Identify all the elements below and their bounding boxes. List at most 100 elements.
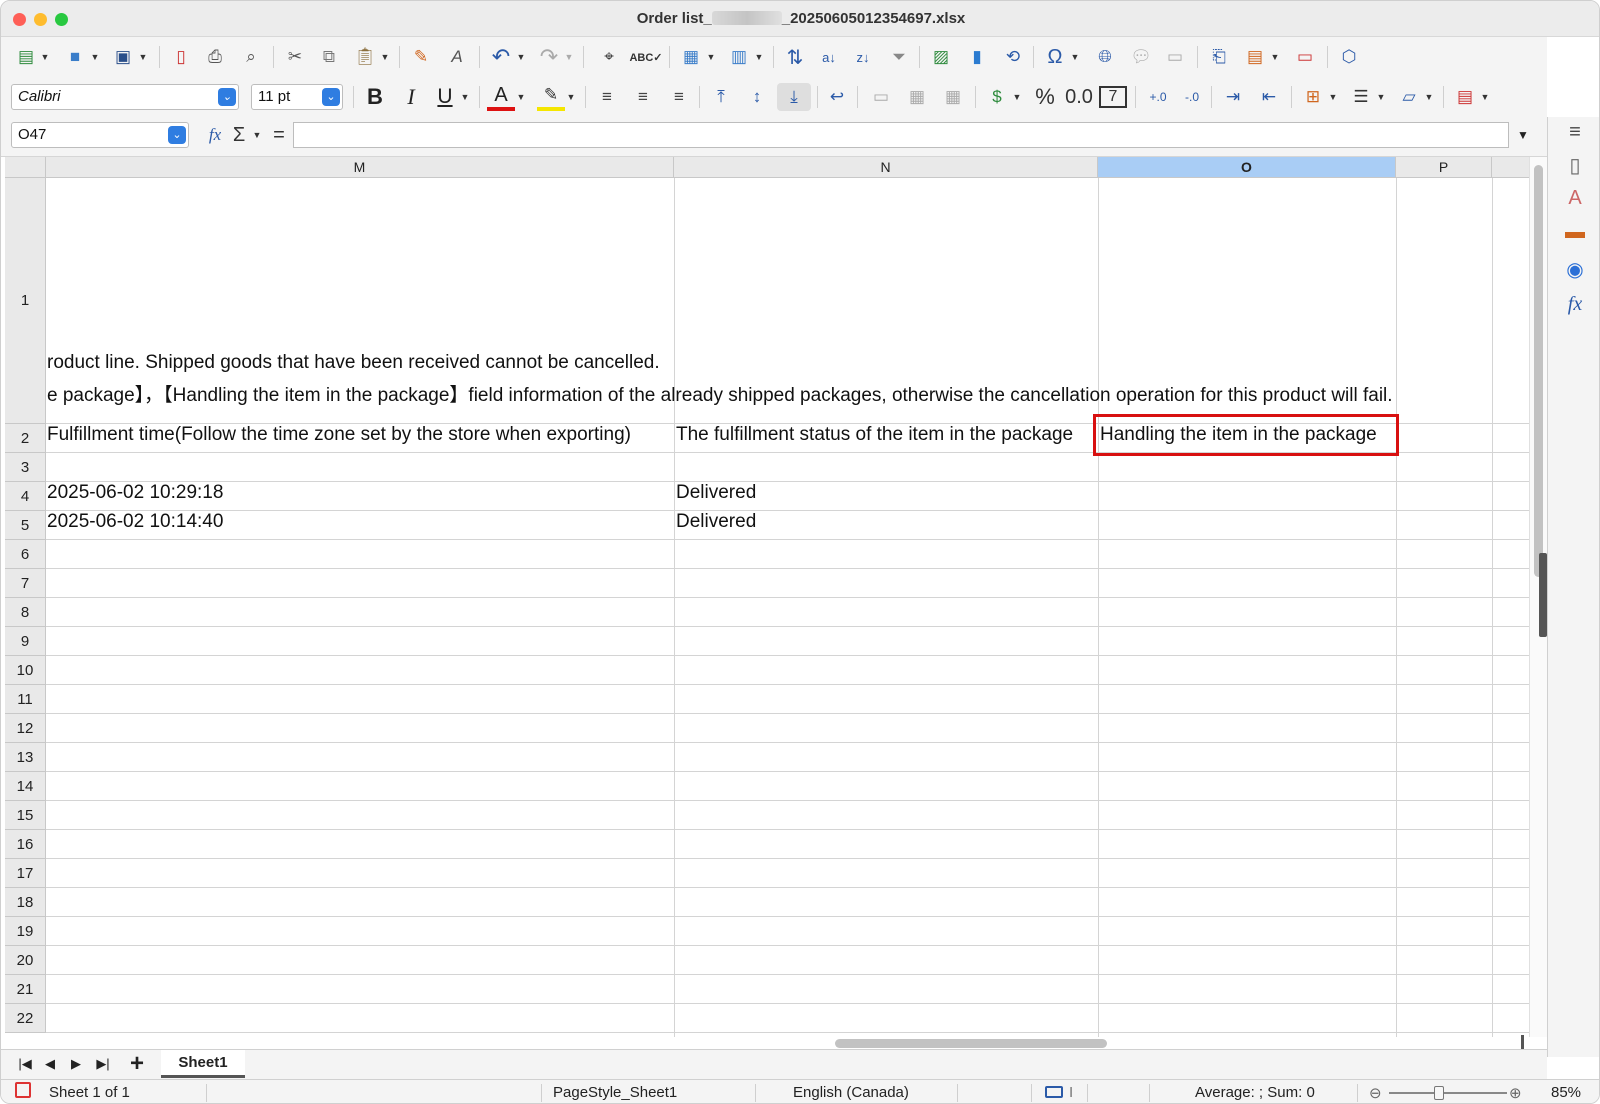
header-footer-icon[interactable]: ▭	[1161, 43, 1189, 71]
zoom-slider-thumb[interactable]	[1433, 1086, 1444, 1100]
currency-format-icon[interactable]: $	[983, 83, 1011, 111]
column-header-n[interactable]: N	[674, 157, 1098, 178]
export-pdf-icon[interactable]: ▯	[167, 43, 195, 71]
undo-icon[interactable]: ↶	[487, 43, 515, 71]
row-header-21[interactable]: 21	[5, 975, 46, 1004]
formula-input[interactable]	[293, 122, 1509, 148]
next-sheet-icon[interactable]: ▶	[67, 1050, 85, 1078]
add-decimal-icon[interactable]: +.0	[1143, 83, 1173, 111]
page-style[interactable]: PageStyle_Sheet1	[553, 1084, 677, 1101]
spreadsheet-grid[interactable]: M N O P 1 2 3 4 5 6 7 8 9 10 11 12 13 14 15 16 17 18 19 20 2…	[5, 157, 1529, 1037]
selection-mode-icon[interactable]	[1045, 1086, 1063, 1098]
chevron-down-icon[interactable]: ▼	[705, 43, 717, 71]
previous-sheet-icon[interactable]: ◀	[41, 1050, 59, 1078]
row-header-2[interactable]: 2	[5, 424, 46, 453]
horizontal-scroll-thumb[interactable]	[835, 1039, 1107, 1048]
paste-icon[interactable]: 📋︎	[351, 43, 379, 71]
align-top-icon[interactable]: ⤒	[707, 83, 735, 111]
decrease-indent-icon[interactable]: ⇤	[1255, 83, 1283, 111]
row-header-10[interactable]: 10	[5, 656, 46, 685]
hyperlink-icon[interactable]: 🌐︎	[1091, 43, 1119, 71]
font-size-box[interactable]: 11 pt ⌄	[251, 84, 343, 110]
chevron-down-icon[interactable]: ▼	[251, 121, 263, 149]
row-header-6[interactable]: 6	[5, 540, 46, 569]
row-header-19[interactable]: 19	[5, 917, 46, 946]
chevron-down-icon[interactable]: ▼	[137, 43, 149, 71]
zoom-out-icon[interactable]: ⊖	[1369, 1084, 1382, 1102]
styles-icon[interactable]: A	[1560, 187, 1590, 215]
language[interactable]: English (Canada)	[793, 1084, 909, 1101]
row-header-5[interactable]: 5	[5, 511, 46, 540]
align-left-icon[interactable]: ≡	[593, 83, 621, 111]
border-color-icon[interactable]: ▱	[1395, 83, 1423, 111]
last-sheet-icon[interactable]: ▶|	[93, 1050, 113, 1078]
add-sheet-icon[interactable]: +	[125, 1050, 149, 1078]
zoom-level[interactable]: 85%	[1551, 1084, 1581, 1101]
print-preview-icon[interactable]: ⌕	[237, 43, 265, 71]
special-character-icon[interactable]: Ω	[1041, 43, 1069, 71]
underline-icon[interactable]: U	[431, 83, 459, 111]
autofilter-icon[interactable]: ⏷	[885, 43, 913, 71]
pivot-table-icon[interactable]: ⟲	[999, 43, 1027, 71]
chevron-down-icon[interactable]: ⌄	[322, 88, 340, 106]
insert-chart-icon[interactable]: ▮	[963, 43, 991, 71]
sort-ascending-icon[interactable]: a↓	[815, 43, 843, 71]
row-header-3[interactable]: 3	[5, 453, 46, 482]
highlight-color-icon[interactable]: ✎	[537, 83, 565, 111]
chevron-down-icon[interactable]: ▼	[515, 43, 527, 71]
row-header-13[interactable]: 13	[5, 743, 46, 772]
row-header-4[interactable]: 4	[5, 482, 46, 511]
merge-cells-icon[interactable]: ▦	[903, 83, 931, 111]
row-header-18[interactable]: 18	[5, 888, 46, 917]
find-replace-icon[interactable]: ⌖	[595, 43, 623, 71]
percent-format-icon[interactable]: %	[1031, 83, 1059, 111]
copy-icon[interactable]: ⧉	[315, 43, 343, 71]
chevron-down-icon[interactable]: ▼	[1375, 83, 1387, 111]
first-sheet-icon[interactable]: |◀	[15, 1050, 35, 1078]
sidebar-collapse-handle[interactable]	[1539, 553, 1547, 637]
chevron-down-icon[interactable]: ▼	[1327, 83, 1339, 111]
navigator-icon[interactable]: ◉	[1560, 257, 1590, 285]
column-header-m[interactable]: M	[46, 157, 674, 178]
gallery-icon[interactable]: ▬	[1560, 221, 1590, 249]
delete-decimal-icon[interactable]: -.0	[1177, 83, 1207, 111]
borders-icon[interactable]: ⊞	[1299, 83, 1327, 111]
row-header-11[interactable]: 11	[5, 685, 46, 714]
chevron-down-icon[interactable]: ⌄	[218, 88, 236, 106]
row-header-20[interactable]: 20	[5, 946, 46, 975]
chevron-down-icon[interactable]: ▼	[1423, 83, 1435, 111]
functions-icon[interactable]: fx	[1560, 293, 1590, 321]
bold-icon[interactable]: B	[361, 83, 389, 111]
font-color-icon[interactable]: A	[487, 83, 515, 111]
increase-indent-icon[interactable]: ⇥	[1219, 83, 1247, 111]
sort-icon[interactable]: ⇅	[781, 43, 809, 71]
chevron-down-icon[interactable]: ▼	[515, 83, 527, 111]
select-all-corner[interactable]	[5, 157, 46, 178]
row-icon[interactable]: ▦	[677, 43, 705, 71]
define-print-area-icon[interactable]: ⎗	[1205, 43, 1233, 71]
chevron-down-icon[interactable]: ▼	[459, 83, 471, 111]
row-header-22[interactable]: 22	[5, 1004, 46, 1033]
align-right-icon[interactable]: ≡	[665, 83, 693, 111]
input-mode-icon[interactable]: I	[1069, 1084, 1073, 1101]
zoom-slider[interactable]	[1389, 1086, 1507, 1100]
wrap-text-icon[interactable]: ↩	[823, 83, 851, 111]
draw-functions-icon[interactable]: ⬡	[1335, 43, 1363, 71]
merge-center-icon[interactable]: ▭	[867, 83, 895, 111]
chevron-down-icon[interactable]: ▼	[1011, 83, 1023, 111]
chevron-down-icon[interactable]: ▼	[1479, 83, 1491, 111]
row-header-8[interactable]: 8	[5, 598, 46, 627]
sum-icon[interactable]: Σ	[227, 121, 251, 149]
redo-icon[interactable]: ↷	[535, 43, 563, 71]
chevron-down-icon[interactable]: ▼	[565, 83, 577, 111]
properties-icon[interactable]: ▯	[1560, 153, 1590, 181]
border-style-icon[interactable]: ☰	[1347, 83, 1375, 111]
chevron-down-icon[interactable]: ▼	[1069, 43, 1081, 71]
sort-descending-icon[interactable]: z↓	[849, 43, 877, 71]
column-header-p[interactable]: P	[1396, 157, 1492, 178]
expand-formula-bar-icon[interactable]: ▼	[1511, 121, 1535, 149]
chevron-down-icon[interactable]: ▼	[1269, 43, 1281, 71]
row-header-15[interactable]: 15	[5, 801, 46, 830]
chevron-down-icon[interactable]: ⌄	[168, 126, 186, 144]
font-name-box[interactable]: Calibri ⌄	[11, 84, 239, 110]
